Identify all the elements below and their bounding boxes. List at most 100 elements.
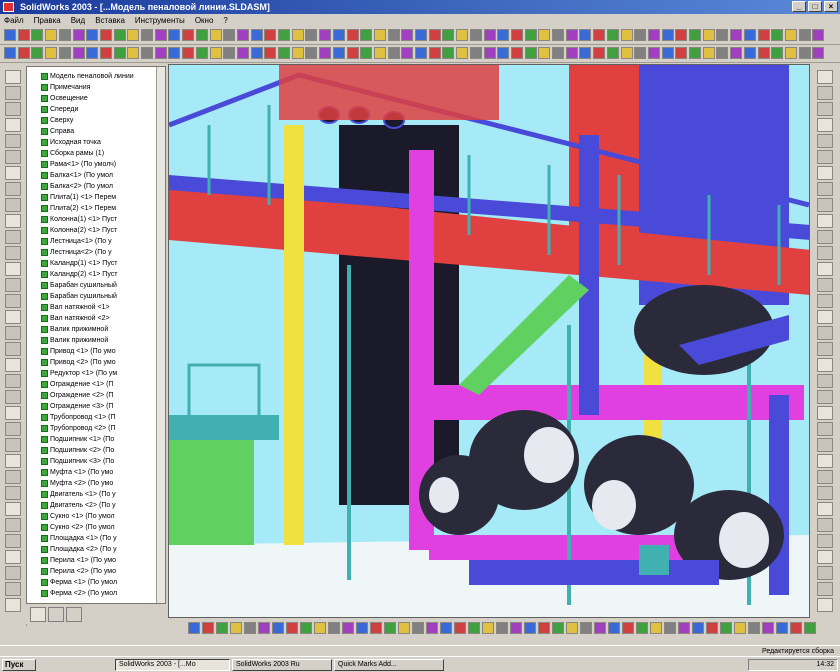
sketch-tool-icon[interactable] xyxy=(817,534,833,548)
toolbar-button-icon[interactable] xyxy=(387,47,400,59)
toolbar-button-icon[interactable] xyxy=(286,622,298,634)
sketch-tool-icon[interactable] xyxy=(817,198,833,212)
toolbar-button-icon[interactable] xyxy=(784,47,797,59)
toolbar-button-icon[interactable] xyxy=(154,29,167,41)
toolbar-button-icon[interactable] xyxy=(812,29,825,41)
tree-item[interactable]: Ограждение <3> (П xyxy=(27,401,157,412)
toolbar-button-icon[interactable] xyxy=(209,29,222,41)
menu-tools[interactable]: Инструменты xyxy=(135,14,185,27)
toolbar-button-icon[interactable] xyxy=(141,29,153,41)
toolbar-button-icon[interactable] xyxy=(716,29,729,41)
sketch-tool-icon[interactable] xyxy=(5,502,21,516)
toolbar-button-icon[interactable] xyxy=(538,622,550,634)
sketch-tool-icon[interactable] xyxy=(817,598,833,612)
toolbar-button-icon[interactable] xyxy=(17,47,30,59)
toolbar-button-icon[interactable] xyxy=(264,47,277,59)
toolbar-button-icon[interactable] xyxy=(743,29,756,41)
toolbar-button-icon[interactable] xyxy=(454,622,466,634)
tree-item[interactable]: Лестница<1> (По у xyxy=(27,236,157,247)
toolbar-button-icon[interactable] xyxy=(784,29,797,41)
tree-item[interactable]: Модель пеналовой линии xyxy=(27,71,157,82)
sketch-tool-icon[interactable] xyxy=(5,246,21,260)
toolbar-button-icon[interactable] xyxy=(716,47,729,59)
sketch-tool-icon[interactable] xyxy=(817,326,833,340)
taskbar-item-quickmarks[interactable]: Quick Marks Add... xyxy=(334,659,444,671)
sketch-tool-icon[interactable] xyxy=(817,246,833,260)
toolbar-button-icon[interactable] xyxy=(209,47,222,59)
toolbar-button-icon[interactable] xyxy=(482,622,494,634)
sketch-tool-icon[interactable] xyxy=(817,486,833,500)
sketch-tool-icon[interactable] xyxy=(817,582,833,596)
toolbar-button-icon[interactable] xyxy=(790,622,802,634)
toolbar-button-icon[interactable] xyxy=(442,29,455,41)
sketch-tool-icon[interactable] xyxy=(817,390,833,404)
toolbar-button-icon[interactable] xyxy=(360,29,373,41)
toolbar-button-icon[interactable] xyxy=(442,47,455,59)
toolbar-button-icon[interactable] xyxy=(113,29,126,41)
toolbar-button-icon[interactable] xyxy=(428,47,441,59)
sketch-tool-icon[interactable] xyxy=(817,102,833,116)
menu-edit[interactable]: Правка xyxy=(34,14,61,27)
toolbar-button-icon[interactable] xyxy=(579,47,592,59)
toolbar-button-icon[interactable] xyxy=(469,47,482,59)
sketch-tool-icon[interactable] xyxy=(5,230,21,244)
tree-item[interactable]: Вал натяжной <2> xyxy=(27,313,157,324)
tree-item[interactable]: Подшипник <3> (По xyxy=(27,456,157,467)
toolbar-button-icon[interactable] xyxy=(4,47,16,59)
toolbar-button-icon[interactable] xyxy=(272,622,284,634)
toolbar-button-icon[interactable] xyxy=(264,29,277,41)
toolbar-button-icon[interactable] xyxy=(356,622,368,634)
sketch-tool-icon[interactable] xyxy=(5,390,21,404)
tree-item[interactable]: Барабан сушильный xyxy=(27,280,157,291)
tree-item[interactable]: Площадка <2> (По у xyxy=(27,544,157,555)
tree-item[interactable]: Каландр(2) <1> Пуст xyxy=(27,269,157,280)
sketch-tool-icon[interactable] xyxy=(817,310,833,324)
sketch-tool-icon[interactable] xyxy=(5,166,21,180)
toolbar-button-icon[interactable] xyxy=(401,47,414,59)
toolbar-button-icon[interactable] xyxy=(510,29,523,41)
toolbar-button-icon[interactable] xyxy=(661,47,674,59)
tree-item[interactable]: Перила <1> (По умо xyxy=(27,555,157,566)
tree-item[interactable]: Балка<2> (По умол xyxy=(27,181,157,192)
toolbar-button-icon[interactable] xyxy=(647,47,660,59)
toolbar-button-icon[interactable] xyxy=(415,47,427,59)
toolbar-button-icon[interactable] xyxy=(346,47,359,59)
toolbar-button-icon[interactable] xyxy=(384,622,396,634)
toolbar-button-icon[interactable] xyxy=(223,29,236,41)
toolbar-button-icon[interactable] xyxy=(401,29,414,41)
sketch-tool-icon[interactable] xyxy=(817,550,833,564)
sketch-tool-icon[interactable] xyxy=(817,406,833,420)
sketch-tool-icon[interactable] xyxy=(5,454,21,468)
sketch-tool-icon[interactable] xyxy=(817,86,833,100)
start-button[interactable]: Пуск xyxy=(2,659,36,671)
maximize-button[interactable]: □ xyxy=(808,1,822,12)
toolbar-button-icon[interactable] xyxy=(664,622,676,634)
tree-item[interactable]: Сукно <1> (По умол xyxy=(27,511,157,522)
sketch-tool-icon[interactable] xyxy=(5,326,21,340)
toolbar-button-icon[interactable] xyxy=(675,47,688,59)
toolbar-button-icon[interactable] xyxy=(168,29,181,41)
sketch-tool-icon[interactable] xyxy=(817,454,833,468)
toolbar-button-icon[interactable] xyxy=(319,47,332,59)
toolbar-button-icon[interactable] xyxy=(230,622,242,634)
sketch-tool-icon[interactable] xyxy=(817,118,833,132)
toolbar-button-icon[interactable] xyxy=(17,29,30,41)
menu-help[interactable]: ? xyxy=(223,14,227,27)
sketch-tool-icon[interactable] xyxy=(817,134,833,148)
sketch-tool-icon[interactable] xyxy=(5,358,21,372)
toolbar-button-icon[interactable] xyxy=(771,47,784,59)
toolbar-button-icon[interactable] xyxy=(720,622,732,634)
tree-item[interactable]: Каландр(1) <1> Пуст xyxy=(27,258,157,269)
tree-item[interactable]: Сукно <2> (По умол xyxy=(27,522,157,533)
menu-window[interactable]: Окно xyxy=(195,14,214,27)
toolbar-button-icon[interactable] xyxy=(202,622,214,634)
toolbar-button-icon[interactable] xyxy=(743,47,756,59)
toolbar-button-icon[interactable] xyxy=(757,29,770,41)
sketch-tool-icon[interactable] xyxy=(817,470,833,484)
toolbar-button-icon[interactable] xyxy=(346,29,359,41)
toolbar-button-icon[interactable] xyxy=(154,47,167,59)
toolbar-button-icon[interactable] xyxy=(565,47,578,59)
sketch-tool-icon[interactable] xyxy=(817,278,833,292)
toolbar-button-icon[interactable] xyxy=(387,29,400,41)
toolbar-button-icon[interactable] xyxy=(675,29,688,41)
